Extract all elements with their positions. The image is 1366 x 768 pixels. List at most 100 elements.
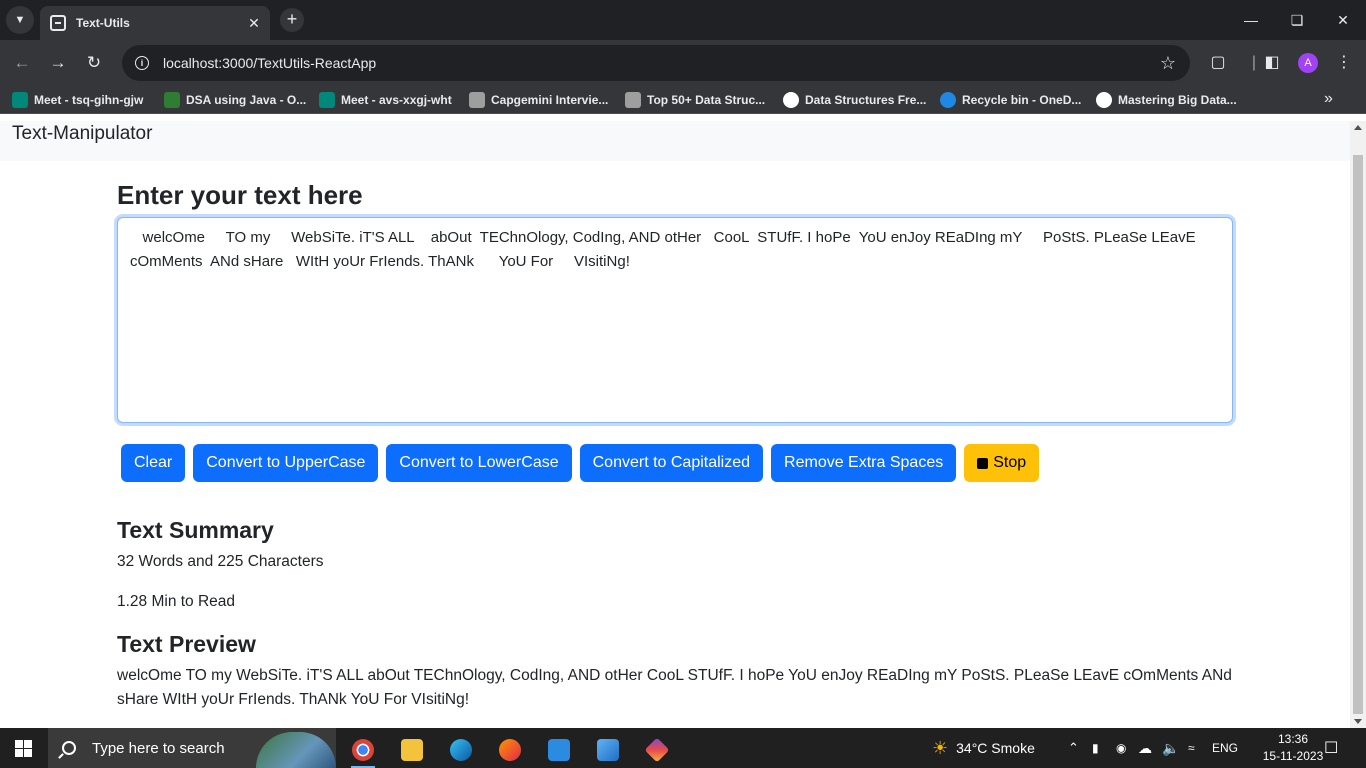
bookmark-item[interactable]: Top 50+ Data Struc... (625, 92, 765, 108)
bookmark-item[interactable]: Recycle bin - OneD... (940, 92, 1081, 108)
bookmark-label: Mastering Big Data... (1118, 93, 1237, 107)
bookmark-label: Meet - tsq-gihn-gjw (34, 93, 144, 107)
scroll-thumb[interactable] (1353, 155, 1363, 714)
stop-square-icon (977, 457, 989, 469)
text-summary-section: Text Summary 32 Words and 225 Characters… (117, 514, 1233, 614)
language-indicator[interactable]: ENG (1212, 728, 1238, 768)
menu-kebab-icon[interactable]: ⋮ (1332, 51, 1356, 75)
new-tab-plus-icon[interactable]: + (280, 8, 304, 32)
bookmarks-bar: Meet - tsq-gihn-gjw DSA using Java - O..… (0, 86, 1366, 114)
profile-avatar[interactable]: A (1298, 53, 1318, 73)
browser-toolbar: ← → ↻ i localhost:3000/TextUtils-ReactAp… (0, 40, 1366, 86)
tab-favicon-icon (50, 15, 66, 31)
vscode-icon[interactable] (539, 732, 579, 768)
stop-label: Stop (993, 454, 1027, 471)
clock-date: 15-11-2023 (1262, 749, 1324, 763)
google-icon (1096, 92, 1112, 108)
onedrive-cloud-icon (940, 92, 956, 108)
bookmark-label: Top 50+ Data Struc... (647, 93, 766, 107)
battery-icon[interactable]: ▮ (1092, 728, 1099, 768)
address-bar[interactable]: i localhost:3000/TextUtils-ReactApp ☆ (122, 45, 1190, 81)
preview-text: welcOme TO my WebSiTe. iT'S ALL abOut TE… (117, 667, 1232, 708)
forward-arrow-icon[interactable]: → (46, 51, 70, 75)
uppercase-button[interactable]: Convert to UpperCase (193, 444, 379, 482)
scroll-up-arrow-icon[interactable] (1354, 125, 1362, 130)
site-info-icon[interactable]: i (135, 56, 149, 70)
summary-heading: Text Summary (117, 517, 274, 543)
navbar-brand[interactable]: Text-Manipulator (12, 123, 152, 145)
read-time: 1.28 Min to Read (117, 593, 236, 610)
meet-tray-icon[interactable]: ◉ (1116, 728, 1126, 768)
weather-sun-icon: ☀ (932, 737, 949, 758)
clock-time: 13:36 (1277, 732, 1309, 746)
firefox-icon[interactable] (490, 732, 530, 768)
weather-widget[interactable]: ☀ 34°C Smoke (932, 728, 1035, 768)
tray-overflow-chevron-icon[interactable]: ⌃ (1068, 728, 1079, 768)
meet-icon (319, 92, 335, 108)
bookmark-label: DSA using Java - O... (186, 93, 307, 107)
restore-icon[interactable]: ❏ (1274, 0, 1320, 40)
minimize-icon[interactable]: — (1228, 0, 1274, 40)
google-icon (783, 92, 799, 108)
bookmark-label: Capgemini Intervie... (491, 93, 609, 107)
tab-strip: ▼ Text-Utils ✕ + — ❏ ✕ (0, 0, 1366, 40)
windows-start-icon[interactable] (15, 740, 32, 757)
weather-text: 34°C Smoke (956, 740, 1035, 756)
window-close-icon[interactable]: ✕ (1320, 0, 1366, 40)
url-text[interactable]: localhost:3000/TextUtils-ReactApp (163, 55, 1160, 71)
chrome-app-icon[interactable] (343, 732, 383, 768)
tab-close-icon[interactable]: ✕ (246, 15, 262, 32)
main-container: Enter your text here Clear Convert to Up… (117, 177, 1233, 712)
file-explorer-icon[interactable] (392, 732, 432, 768)
word-char-count: 32 Words and 225 Characters (117, 553, 324, 570)
bookmark-item[interactable]: Data Structures Fre... (783, 92, 926, 108)
page-scrollbar[interactable] (1350, 121, 1366, 728)
notifications-icon[interactable]: ☐ (1324, 728, 1338, 768)
action-buttons: Clear Convert to UpperCase Convert to Lo… (117, 444, 1233, 482)
stop-button[interactable]: Stop (964, 444, 1040, 482)
bookmark-label: Recycle bin - OneD... (962, 93, 1082, 107)
reload-icon[interactable]: ↻ (82, 51, 106, 75)
app-navbar: Text-Manipulator (0, 121, 1350, 161)
bookmark-item[interactable]: Meet - tsq-gihn-gjw (12, 92, 143, 108)
mountain-icon (625, 92, 641, 108)
edge-browser-icon[interactable] (441, 732, 481, 768)
bookmark-item[interactable]: DSA using Java - O... (164, 92, 306, 108)
extensions-puzzle-icon[interactable]: ▢ (1206, 51, 1230, 75)
clear-button[interactable]: Clear (121, 444, 186, 482)
bookmarks-overflow-chevron-icon[interactable]: » (1324, 90, 1333, 108)
remove-extra-spaces-button[interactable]: Remove Extra Spaces (771, 444, 957, 482)
dsa-icon (164, 92, 180, 108)
git-gui-icon[interactable] (637, 732, 677, 768)
bookmark-item[interactable]: Capgemini Intervie... (469, 92, 608, 108)
side-panel-icon[interactable]: ◧ (1260, 51, 1284, 75)
preview-heading: Text Preview (117, 631, 256, 657)
browser-tab[interactable]: Text-Utils ✕ (40, 6, 270, 40)
page-viewport: Text-Manipulator Enter your text here Cl… (0, 121, 1350, 728)
mountain-icon (469, 92, 485, 108)
capitalize-button[interactable]: Convert to Capitalized (579, 444, 764, 482)
text-preview-section: Text Preview welcOme TO my WebSiTe. iT'S… (117, 628, 1233, 712)
text-input[interactable] (117, 217, 1233, 423)
search-placeholder: Type here to search (92, 739, 225, 757)
back-arrow-icon[interactable]: ← (10, 51, 34, 75)
bookmark-item[interactable]: Mastering Big Data... (1096, 92, 1237, 108)
scroll-down-arrow-icon[interactable] (1354, 719, 1362, 724)
bookmark-star-icon[interactable]: ☆ (1160, 53, 1176, 74)
bookmark-label: Data Structures Fre... (805, 93, 927, 107)
volume-icon[interactable]: 🔈 (1162, 728, 1179, 768)
bookmark-label: Meet - avs-xxgj-wht (341, 93, 452, 107)
onedrive-tray-icon[interactable]: ☁ (1138, 728, 1152, 768)
bookmark-item[interactable]: Meet - avs-xxgj-wht (319, 92, 452, 108)
photos-app-icon[interactable] (588, 732, 628, 768)
search-icon (62, 741, 76, 755)
tab-title: Text-Utils (76, 16, 130, 30)
lowercase-button[interactable]: Convert to LowerCase (386, 444, 572, 482)
tab-search-chevron-icon[interactable]: ▼ (6, 6, 34, 34)
taskbar-clock[interactable]: 13:36 15-11-2023 (1262, 731, 1324, 765)
windows-taskbar: Type here to search ☀ 34°C Smoke ⌃ ▮ ◉ ☁… (0, 728, 1366, 768)
search-highlight-image (256, 732, 336, 768)
wifi-icon[interactable]: ≈ (1188, 728, 1195, 768)
taskbar-search-box[interactable]: Type here to search (48, 728, 336, 768)
meet-icon (12, 92, 28, 108)
